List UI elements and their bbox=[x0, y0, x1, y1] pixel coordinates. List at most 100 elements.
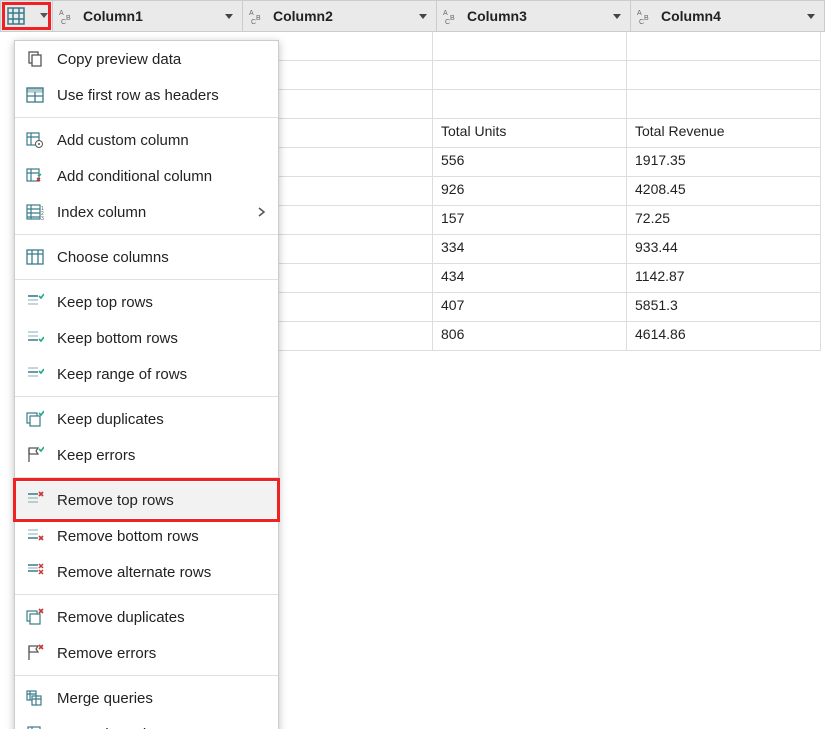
table-row bbox=[243, 61, 831, 90]
menu-item-keep-range-of-rows[interactable]: Keep range of rows bbox=[15, 356, 278, 392]
table-cell[interactable]: 4614.86 bbox=[627, 322, 821, 351]
flag-remove-icon bbox=[25, 643, 45, 663]
table-cell[interactable]: 1917.35 bbox=[627, 148, 821, 177]
menu-item-keep-bottom-rows[interactable]: Keep bottom rows bbox=[15, 320, 278, 356]
table-row: ada 407 5851.3 bbox=[243, 293, 831, 322]
menu-item-label: Append queries bbox=[57, 726, 268, 729]
rows-alt-remove-icon bbox=[25, 562, 45, 582]
svg-text:B: B bbox=[66, 15, 71, 22]
append-queries-icon bbox=[25, 724, 45, 729]
table-cell[interactable]: 334 bbox=[433, 235, 627, 264]
merge-queries-icon bbox=[25, 688, 45, 708]
svg-text:A: A bbox=[249, 10, 254, 17]
menu-item-index-column[interactable]: 123 Index column bbox=[15, 194, 278, 230]
table-cell[interactable]: 926 bbox=[433, 177, 627, 206]
table-cell[interactable] bbox=[627, 32, 821, 61]
menu-item-keep-errors[interactable]: Keep errors bbox=[15, 437, 278, 473]
flag-keep-icon bbox=[25, 445, 45, 465]
svg-text:B: B bbox=[256, 15, 261, 22]
column-header-4[interactable]: ABC Column4 bbox=[631, 0, 825, 32]
menu-item-remove-errors[interactable]: Remove errors bbox=[15, 635, 278, 671]
menu-item-remove-alternate-rows[interactable]: Remove alternate rows bbox=[15, 554, 278, 590]
abc-type-icon: ABC bbox=[249, 8, 267, 24]
menu-item-append-queries[interactable]: Append queries bbox=[15, 716, 278, 729]
table-row bbox=[243, 32, 831, 61]
table-row: A 926 4208.45 bbox=[243, 177, 831, 206]
menu-item-copy-preview-data[interactable]: Copy preview data bbox=[15, 41, 278, 77]
menu-item-label: Remove alternate rows bbox=[57, 564, 268, 581]
table-cell[interactable] bbox=[433, 90, 627, 119]
column-filter-button[interactable] bbox=[610, 9, 624, 23]
menu-item-keep-duplicates[interactable]: Keep duplicates bbox=[15, 401, 278, 437]
menu-item-label: Index column bbox=[57, 204, 246, 221]
column-header-label: Column2 bbox=[273, 8, 410, 24]
menu-item-use-first-row-as-headers[interactable]: Use first row as headers bbox=[15, 77, 278, 113]
column-header-label: Column1 bbox=[83, 8, 216, 24]
table-cell[interactable]: 806 bbox=[433, 322, 627, 351]
table-cell[interactable]: Total Revenue bbox=[627, 119, 821, 148]
menu-separator bbox=[15, 477, 278, 478]
svg-text:C: C bbox=[639, 19, 644, 24]
rows-top-remove-icon bbox=[25, 490, 45, 510]
rows-bot-keep-icon bbox=[25, 328, 45, 348]
table-cell[interactable]: 1142.87 bbox=[627, 264, 821, 293]
rows-range-keep-icon bbox=[25, 364, 45, 384]
table-cell[interactable]: 434 bbox=[433, 264, 627, 293]
table-row: ntry Total Units Total Revenue bbox=[243, 119, 831, 148]
column-header-1[interactable]: ABC Column1 bbox=[53, 0, 243, 32]
menu-item-choose-columns[interactable]: Choose columns bbox=[15, 239, 278, 275]
table-body: ntry Total Units Total Revenue ama 556 1… bbox=[243, 32, 831, 351]
menu-item-remove-duplicates[interactable]: Remove duplicates bbox=[15, 599, 278, 635]
menu-item-remove-top-rows[interactable]: Remove top rows bbox=[15, 482, 278, 518]
menu-item-label: Choose columns bbox=[57, 249, 268, 266]
table-cell[interactable]: Total Units bbox=[433, 119, 627, 148]
table-cell[interactable]: 157 bbox=[433, 206, 627, 235]
chevron-down-icon bbox=[40, 13, 48, 18]
table-cond-icon bbox=[25, 166, 45, 186]
column-header-3[interactable]: ABC Column3 bbox=[437, 0, 631, 32]
table-header-row: ABC Column1 ABC Column2 ABC Column3 ABC … bbox=[0, 0, 831, 32]
svg-text:A: A bbox=[637, 10, 642, 17]
menu-item-merge-queries[interactable]: Merge queries bbox=[15, 680, 278, 716]
table-cell[interactable] bbox=[433, 61, 627, 90]
table-cell[interactable]: 72.25 bbox=[627, 206, 821, 235]
svg-text:B: B bbox=[644, 15, 649, 22]
table-index-icon: 123 bbox=[25, 202, 45, 222]
table-cell[interactable]: 407 bbox=[433, 293, 627, 322]
chevron-down-icon bbox=[419, 14, 427, 19]
svg-text:C: C bbox=[445, 19, 450, 24]
svg-text:C: C bbox=[251, 19, 256, 24]
abc-type-icon: ABC bbox=[443, 8, 461, 24]
menu-item-label: Use first row as headers bbox=[57, 87, 268, 104]
column-header-label: Column4 bbox=[661, 8, 798, 24]
menu-item-label: Keep top rows bbox=[57, 294, 268, 311]
menu-item-add-custom-column[interactable]: Add custom column bbox=[15, 122, 278, 158]
menu-item-label: Add custom column bbox=[57, 132, 268, 149]
column-filter-button[interactable] bbox=[222, 9, 236, 23]
rows-bot-remove-icon bbox=[25, 526, 45, 546]
table-cell[interactable]: 4208.45 bbox=[627, 177, 821, 206]
table-row: A 434 1142.87 bbox=[243, 264, 831, 293]
table-context-menu: Copy preview data Use first row as header… bbox=[14, 40, 279, 729]
menu-item-remove-bottom-rows[interactable]: Remove bottom rows bbox=[15, 518, 278, 554]
abc-type-icon: ABC bbox=[637, 8, 655, 24]
menu-separator bbox=[15, 234, 278, 235]
menu-item-add-conditional-column[interactable]: Add conditional column bbox=[15, 158, 278, 194]
table-cell[interactable]: 556 bbox=[433, 148, 627, 177]
menu-item-label: Keep bottom rows bbox=[57, 330, 268, 347]
table-cell[interactable] bbox=[627, 61, 821, 90]
table-corner-menu-button[interactable] bbox=[0, 0, 53, 32]
table-cell[interactable] bbox=[433, 32, 627, 61]
table-cell[interactable]: 5851.3 bbox=[627, 293, 821, 322]
column-header-2[interactable]: ABC Column2 bbox=[243, 0, 437, 32]
table-row bbox=[243, 90, 831, 119]
table-cell[interactable]: 933.44 bbox=[627, 235, 821, 264]
chevron-down-icon bbox=[807, 14, 815, 19]
column-filter-button[interactable] bbox=[416, 9, 430, 23]
menu-item-label: Keep range of rows bbox=[57, 366, 268, 383]
column-filter-button[interactable] bbox=[804, 9, 818, 23]
table-cell[interactable] bbox=[627, 90, 821, 119]
menu-item-label: Remove duplicates bbox=[57, 609, 268, 626]
chevron-down-icon bbox=[613, 14, 621, 19]
menu-item-keep-top-rows[interactable]: Keep top rows bbox=[15, 284, 278, 320]
